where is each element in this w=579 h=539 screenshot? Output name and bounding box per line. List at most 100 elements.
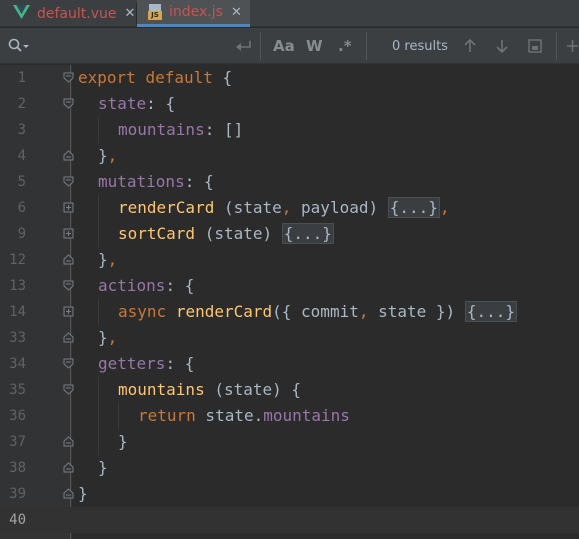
- code-token: sortCard: [118, 224, 196, 243]
- line-number: 39: [9, 486, 26, 502]
- code-text: }: [118, 429, 128, 455]
- code-line[interactable]: 37}: [0, 429, 579, 455]
- fold-expand-icon[interactable]: [63, 306, 74, 317]
- line-number: 4: [17, 148, 26, 164]
- search-input[interactable]: [34, 28, 234, 64]
- code-token: async: [118, 302, 167, 321]
- code-token: ({ commit: [272, 302, 359, 321]
- code-line[interactable]: 38}: [0, 455, 579, 481]
- code-line[interactable]: 14 async renderCard({ commit, state }) {.…: [0, 299, 579, 325]
- tab-label: default.vue: [37, 5, 117, 22]
- code-text: renderCard (state, payload) {...},: [118, 195, 450, 221]
- code-line[interactable]: 34 getters: {: [0, 351, 579, 377]
- fold-collapse-icon[interactable]: [63, 384, 74, 395]
- tab-index-js[interactable]: JS index.js ✕: [137, 0, 250, 27]
- code-text: mountains (state) {: [118, 377, 301, 403]
- code-token: state }): [368, 302, 465, 321]
- new-line-icon[interactable]: [235, 28, 253, 64]
- arrow-up-icon[interactable]: [462, 28, 478, 64]
- code-token: : {: [146, 94, 176, 113]
- code-token: ,: [107, 328, 118, 347]
- fold-expand-icon[interactable]: [63, 228, 74, 239]
- code-token: state.: [195, 406, 264, 425]
- code-text: export default {: [78, 65, 232, 91]
- code-editor[interactable]: 1 export default {2 state: { 3 mountains: []…: [0, 65, 579, 539]
- fold-collapse-icon[interactable]: [63, 488, 74, 499]
- code-token: mutations: [98, 172, 185, 191]
- line-number: 6: [17, 200, 26, 216]
- code-token: mountains: [263, 406, 350, 425]
- tab-label: index.js: [169, 4, 223, 20]
- select-all-icon[interactable]: [527, 28, 543, 64]
- code-line[interactable]: 35 mountains (state) {: [0, 377, 579, 403]
- code-line[interactable]: 9 sortCard (state) {...}: [0, 221, 579, 247]
- fold-expand-icon[interactable]: [63, 202, 74, 213]
- regex-button[interactable]: .*: [338, 28, 352, 64]
- code-text: },: [98, 247, 117, 273]
- divider: [556, 32, 557, 60]
- tab-default-vue[interactable]: default.vue ✕: [0, 0, 136, 27]
- line-number: 9: [17, 226, 26, 242]
- code-text: }: [78, 481, 88, 507]
- code-line[interactable]: 1 export default {: [0, 65, 579, 91]
- fold-collapse-icon[interactable]: [63, 436, 74, 447]
- code-text: },: [98, 143, 117, 169]
- code-line[interactable]: 36 return state.mountains: [0, 403, 579, 429]
- code-token: : {: [165, 354, 195, 373]
- match-case-button[interactable]: Aa: [273, 28, 295, 64]
- code-line[interactable]: 39}: [0, 481, 579, 507]
- code-token: }: [98, 328, 108, 347]
- code-token: renderCard: [118, 198, 215, 217]
- close-icon[interactable]: ✕: [231, 5, 242, 20]
- code-line[interactable]: 3 mountains: []: [0, 117, 579, 143]
- line-number: 40: [9, 512, 26, 528]
- code-token: }: [98, 250, 108, 269]
- fold-collapse-icon[interactable]: [63, 150, 74, 161]
- code-text: async renderCard({ commit, state }) {...…: [118, 299, 517, 325]
- code-line[interactable]: 4},: [0, 143, 579, 169]
- folded-code-placeholder[interactable]: {...}: [281, 223, 334, 244]
- code-line[interactable]: 33},: [0, 325, 579, 351]
- fold-collapse-icon[interactable]: [63, 462, 74, 473]
- close-icon[interactable]: ✕: [124, 6, 135, 21]
- code-token: export: [78, 68, 136, 87]
- fold-collapse-icon[interactable]: [63, 332, 74, 343]
- line-number: 3: [17, 122, 26, 138]
- code-text: getters: {: [98, 351, 194, 377]
- fold-collapse-icon[interactable]: [63, 176, 74, 187]
- line-number: 12: [9, 252, 26, 268]
- code-line[interactable]: 2 state: {: [0, 91, 579, 117]
- code-token: ,: [107, 146, 118, 165]
- code-text: actions: {: [98, 273, 194, 299]
- divider: [260, 32, 261, 60]
- code-line[interactable]: 13 actions: {: [0, 273, 579, 299]
- code-token: {: [212, 68, 233, 87]
- code-token: state: [98, 94, 147, 113]
- code-line[interactable]: 12},: [0, 247, 579, 273]
- search-bar: Aa W .* 0 results: [0, 28, 579, 64]
- code-line[interactable]: 5 mutations: {: [0, 169, 579, 195]
- words-button[interactable]: W: [306, 28, 323, 64]
- fold-collapse-icon[interactable]: [63, 72, 74, 83]
- code-text: mountains: []: [118, 117, 243, 143]
- code-line[interactable]: 40: [0, 507, 579, 533]
- search-icon[interactable]: [8, 28, 30, 64]
- line-number: 5: [17, 174, 26, 190]
- arrow-down-icon[interactable]: [494, 28, 510, 64]
- code-line[interactable]: 6 renderCard (state, payload) {...},: [0, 195, 579, 221]
- line-number: 38: [9, 460, 26, 476]
- fold-collapse-icon[interactable]: [63, 98, 74, 109]
- add-icon[interactable]: [566, 28, 579, 64]
- line-number: 13: [9, 278, 26, 294]
- fold-collapse-icon[interactable]: [63, 280, 74, 291]
- folded-code-placeholder[interactable]: {...}: [464, 301, 517, 322]
- line-number: 35: [9, 382, 26, 398]
- fold-collapse-icon[interactable]: [63, 358, 74, 369]
- line-number: 33: [9, 330, 26, 346]
- fold-collapse-icon[interactable]: [63, 254, 74, 265]
- code-token: : {: [184, 172, 214, 191]
- code-text: sortCard (state) {...}: [118, 221, 334, 247]
- folded-code-placeholder[interactable]: {...}: [387, 197, 440, 218]
